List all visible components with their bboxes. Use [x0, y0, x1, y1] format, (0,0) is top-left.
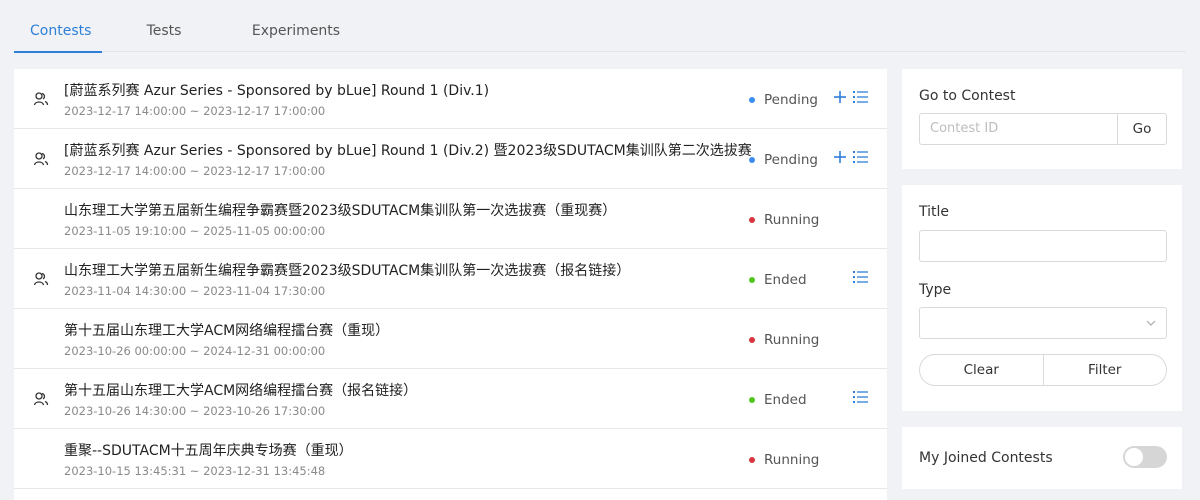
- status-dot: [749, 157, 755, 163]
- contest-time: 2023-11-05 19:10:00 ~ 2025-11-05 00:00:0…: [64, 224, 326, 238]
- status-text: Running: [764, 452, 820, 468]
- contest-title[interactable]: [蔚蓝系列赛 Azur Series - Sponsored by bLue] …: [64, 80, 489, 100]
- joined-contests-label: My Joined Contests: [919, 450, 1053, 466]
- tab-contests[interactable]: Contests: [14, 0, 102, 53]
- filter-button[interactable]: Filter: [1044, 355, 1167, 385]
- status-text: Ended: [764, 272, 807, 288]
- plus-icon[interactable]: [832, 89, 848, 105]
- chevron-down-icon: [1146, 320, 1156, 326]
- type-select[interactable]: [919, 307, 1167, 339]
- filter-panel: Title Type Clear Filter: [902, 185, 1182, 411]
- status-dot: [749, 397, 755, 403]
- joined-contests-toggle[interactable]: [1123, 446, 1167, 468]
- contest-row[interactable]: [蔚蓝系列赛 Azur Series - Sponsored by bLue] …: [14, 129, 887, 189]
- joined-contests-panel: My Joined Contests: [902, 427, 1182, 489]
- tab-experiments[interactable]: Experiments: [226, 0, 366, 52]
- contest-time: 2023-10-15 13:45:31 ~ 2023-12-31 13:45:4…: [64, 464, 326, 478]
- status-badge: Running: [749, 452, 819, 468]
- status-badge: Ended: [749, 272, 807, 288]
- status-text: Running: [764, 332, 820, 348]
- contest-time: 2023-12-17 14:00:00 ~ 2023-12-17 17:00:0…: [64, 104, 326, 118]
- contest-row[interactable]: 第十五届山东理工大学ACM网络编程擂台赛（报名链接） 2023-10-26 14:…: [14, 369, 887, 429]
- status-badge: Pending: [749, 92, 818, 108]
- contest-row[interactable]: 山东理工大学第五届新生编程争霸赛暨2023级SDUTACM集训队第一次选拔赛（报…: [14, 249, 887, 309]
- list-icon[interactable]: [853, 270, 868, 284]
- list-icon[interactable]: [853, 150, 868, 164]
- go-button[interactable]: Go: [1117, 113, 1167, 145]
- contest-title[interactable]: 第十五届山东理工大学ACM网络编程擂台赛（报名链接）: [64, 380, 417, 400]
- status-badge: Running: [749, 332, 819, 348]
- contest-title[interactable]: 山东理工大学第五届新生编程争霸赛暨2023级SDUTACM集训队第一次选拔赛（报…: [64, 260, 630, 280]
- contest-title[interactable]: 重聚--SDUTACM十五周年庆典专场赛（重现）: [64, 440, 353, 460]
- contest-row[interactable]: 第十五届山东理工大学ACM网络编程擂台赛（重现） 2023-10-26 00:00…: [14, 309, 887, 369]
- status-dot: [749, 457, 755, 463]
- list-icon[interactable]: [853, 390, 868, 404]
- status-badge: Pending: [749, 152, 818, 168]
- toggle-knob: [1125, 448, 1143, 466]
- status-badge: Running: [749, 212, 819, 228]
- status-dot: [749, 277, 755, 283]
- contest-title[interactable]: [蔚蓝系列赛 Azur Series - Sponsored by bLue] …: [64, 140, 752, 160]
- contest-row[interactable]: 重聚--SDUTACM十五周年庆典专场赛（重现） 2023-10-15 13:45…: [14, 429, 887, 489]
- contest-time: 2023-12-17 14:00:00 ~ 2023-12-17 17:00:0…: [64, 164, 326, 178]
- title-label: Title: [919, 204, 950, 220]
- contest-list: [蔚蓝系列赛 Azur Series - Sponsored by bLue] …: [14, 69, 887, 500]
- contest-title[interactable]: 山东理工大学第五届新生编程争霸赛暨2023级SDUTACM集训队第一次选拔赛（重…: [64, 200, 616, 220]
- title-input[interactable]: [919, 230, 1167, 262]
- user-group-icon: [33, 272, 49, 286]
- contest-id-input[interactable]: Contest ID: [919, 113, 1118, 145]
- status-dot: [749, 217, 755, 223]
- status-text: Pending: [764, 152, 818, 168]
- contest-time: 2023-10-26 14:30:00 ~ 2023-10-26 17:30:0…: [64, 404, 326, 418]
- status-dot: [749, 337, 755, 343]
- user-group-icon: [33, 392, 49, 406]
- top-nav: Contests Tests Experiments: [0, 0, 1200, 53]
- contest-row[interactable]: 山东理工大学第五届新生编程争霸赛暨2023级SDUTACM集训队第一次选拔赛（重…: [14, 189, 887, 249]
- status-dot: [749, 97, 755, 103]
- list-icon[interactable]: [853, 90, 868, 104]
- clear-button[interactable]: Clear: [920, 355, 1044, 385]
- tab-bar: Contests Tests Experiments: [14, 0, 1186, 53]
- contest-time: 2023-11-04 14:30:00 ~ 2023-11-04 17:30:0…: [64, 284, 326, 298]
- status-text: Pending: [764, 92, 818, 108]
- status-text: Running: [764, 212, 820, 228]
- user-group-icon: [33, 152, 49, 166]
- contest-title[interactable]: 第十五届山东理工大学ACM网络编程擂台赛（重现）: [64, 320, 389, 340]
- goto-contest-label: Go to Contest: [919, 88, 1016, 104]
- tab-tests[interactable]: Tests: [102, 0, 226, 52]
- status-badge: Ended: [749, 392, 807, 408]
- plus-icon[interactable]: [832, 149, 848, 165]
- goto-contest-panel: Go to Contest Contest ID Go: [902, 69, 1182, 169]
- contest-time: 2023-10-26 00:00:00 ~ 2024-12-31 00:00:0…: [64, 344, 326, 358]
- user-group-icon: [33, 92, 49, 106]
- status-text: Ended: [764, 392, 807, 408]
- type-label: Type: [919, 282, 952, 298]
- filter-actions: Clear Filter: [919, 354, 1167, 386]
- contest-row[interactable]: [蔚蓝系列赛 Azur Series - Sponsored by bLue] …: [14, 69, 887, 129]
